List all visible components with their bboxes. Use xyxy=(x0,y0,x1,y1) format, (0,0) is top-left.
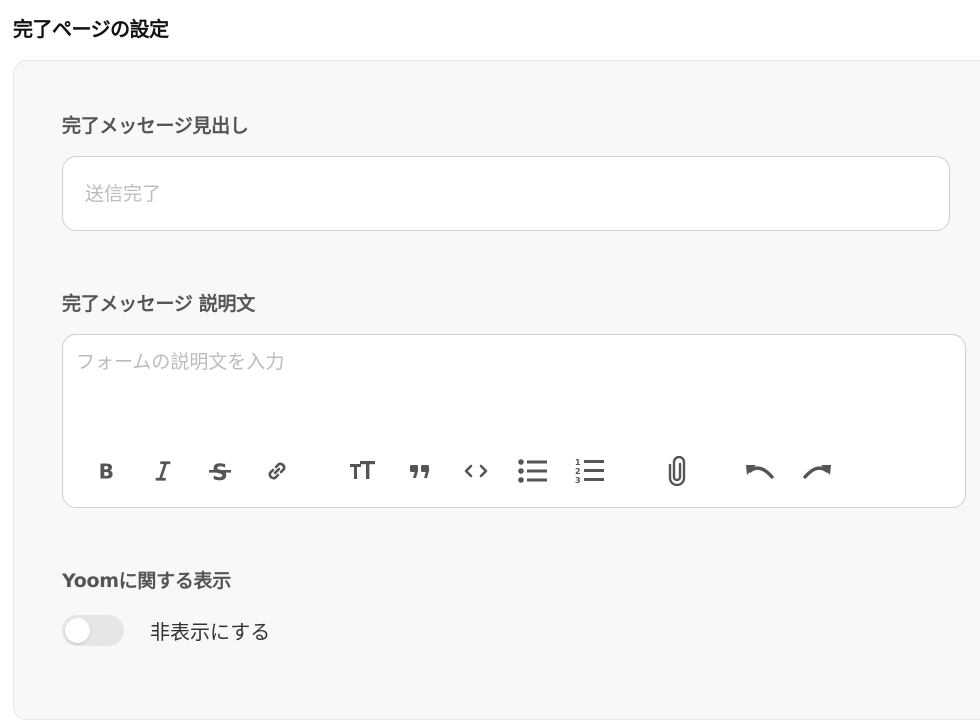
headline-label: 完了メッセージ見出し xyxy=(62,115,249,137)
italic-icon[interactable] xyxy=(147,455,179,487)
description-editor: B S xyxy=(62,334,966,508)
toggle-knob xyxy=(65,617,90,643)
redo-icon[interactable] xyxy=(801,455,833,487)
svg-text:2: 2 xyxy=(575,467,581,476)
svg-text:1: 1 xyxy=(575,458,581,467)
description-label: 完了メッセージ 説明文 xyxy=(62,293,255,315)
code-icon[interactable] xyxy=(460,455,492,487)
description-textarea[interactable] xyxy=(63,335,965,435)
svg-text:3: 3 xyxy=(575,476,581,485)
hide-yoom-row: 非表示にする xyxy=(62,614,270,646)
settings-panel: 完了メッセージ見出し 完了メッセージ 説明文 B S xyxy=(13,60,980,720)
strikethrough-icon[interactable]: S xyxy=(204,455,236,487)
bullet-list-icon[interactable] xyxy=(517,455,549,487)
attachment-icon[interactable] xyxy=(661,455,693,487)
hide-yoom-toggle[interactable] xyxy=(62,614,124,646)
editor-toolbar: B S xyxy=(63,455,965,495)
page-title: 完了ページの設定 xyxy=(13,17,169,41)
link-icon[interactable] xyxy=(261,455,293,487)
text-size-icon[interactable] xyxy=(347,455,379,487)
yoom-display-label: Yoomに関する表示 xyxy=(62,570,231,592)
headline-input[interactable] xyxy=(62,156,950,231)
svg-text:B: B xyxy=(99,460,114,482)
quote-icon[interactable] xyxy=(404,455,436,487)
undo-icon[interactable] xyxy=(744,455,776,487)
bold-icon[interactable]: B xyxy=(90,455,122,487)
hide-yoom-toggle-label: 非表示にする xyxy=(150,619,271,644)
numbered-list-icon[interactable]: 1 2 3 xyxy=(574,455,606,487)
